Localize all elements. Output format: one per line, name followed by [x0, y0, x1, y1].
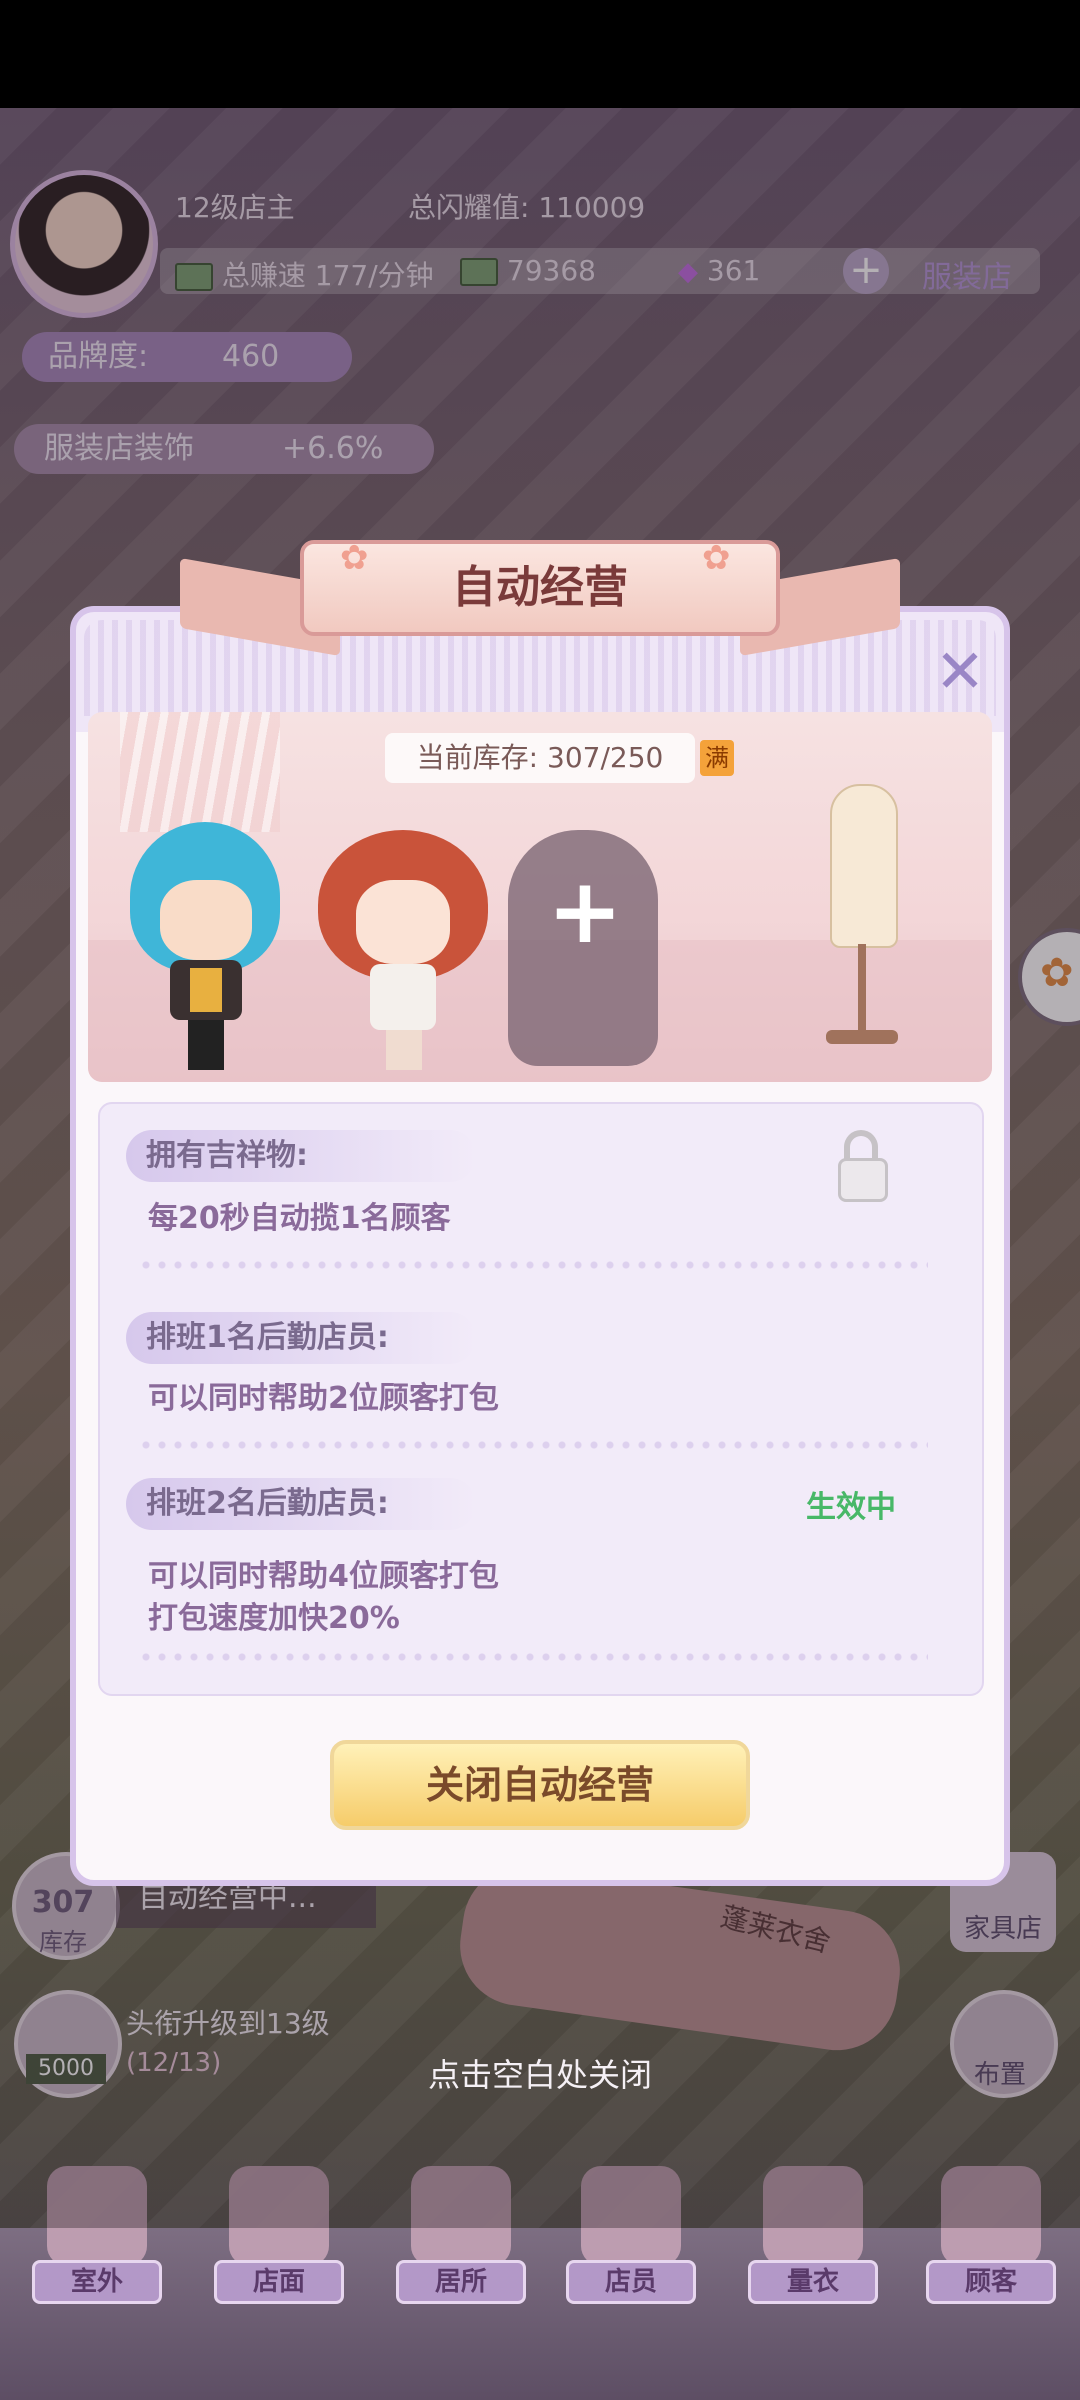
- flower-icon: ✿: [702, 538, 731, 578]
- active-status: 生效中: [806, 1490, 896, 1525]
- nav-label: 店员: [566, 2260, 696, 2304]
- divider: [138, 1260, 928, 1270]
- divider: [138, 1440, 928, 1450]
- nav-label: 顾客: [926, 2260, 1056, 2304]
- mannequin-base: [826, 1030, 898, 1044]
- staff-character-legs: [386, 1030, 422, 1070]
- lock-icon-body: [838, 1158, 888, 1202]
- nav-label: 量衣: [748, 2260, 878, 2304]
- status-bar: [0, 0, 1080, 108]
- full-badge: 满: [700, 740, 734, 776]
- tier-desc-mascot: 每20秒自动揽1名顾客: [148, 1201, 451, 1236]
- nav-label: 店面: [214, 2260, 344, 2304]
- current-stock: 当前库存: 307/250: [385, 733, 695, 783]
- add-icon[interactable]: +: [545, 867, 625, 957]
- mannequin-stand: [858, 944, 866, 1044]
- staff-character-legs: [188, 1020, 224, 1070]
- tier-desc-staff-2-extra: 打包速度加快20%: [148, 1601, 400, 1636]
- tier-desc-staff-1: 可以同时帮助2位顾客打包: [148, 1381, 499, 1416]
- tier-desc-staff-2: 可以同时帮助4位顾客打包: [148, 1559, 499, 1594]
- mannequin-dress: [830, 784, 898, 948]
- nav-label: 室外: [32, 2260, 162, 2304]
- tier-tag-staff-2: 排班2名后勤店员:: [126, 1478, 476, 1530]
- divider: [138, 1652, 928, 1662]
- flower-icon: ✿: [340, 538, 369, 578]
- staff-character-face: [356, 880, 450, 964]
- staff-character-face: [160, 880, 252, 960]
- close-icon[interactable]: ✕: [928, 640, 992, 704]
- nav-label: 居所: [396, 2260, 526, 2304]
- curtain-decoration: [120, 712, 280, 832]
- close-auto-manage-button[interactable]: 关闭自动经营: [330, 1740, 750, 1830]
- tier-tag-mascot: 拥有吉祥物:: [126, 1130, 476, 1182]
- staff-character-body: [370, 964, 436, 1030]
- close-hint: 点击空白处关闭: [427, 2056, 652, 2094]
- staff-character-apron: [190, 968, 222, 1012]
- tier-tag-staff-1: 排班1名后勤店员:: [126, 1312, 476, 1364]
